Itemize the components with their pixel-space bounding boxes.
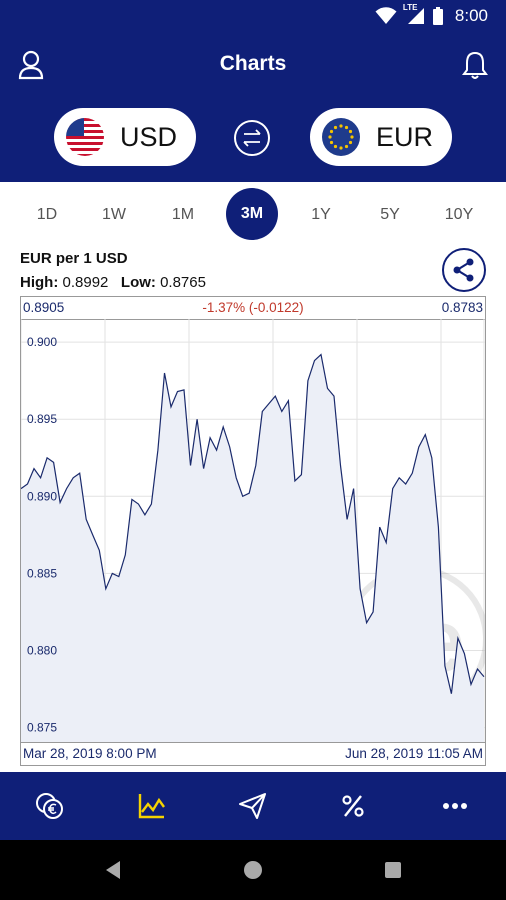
high-label: High: [20, 274, 59, 291]
wifi-icon [375, 7, 397, 24]
chart-plot: xe0.9000.8950.8900.8850.8800.875 [21, 319, 485, 743]
chart-header: 0.8905 -1.37% (-0.0122) 0.8783 [21, 297, 485, 320]
send-nav-button[interactable] [237, 790, 269, 822]
coins-icon [36, 793, 63, 819]
status-icons: LTE 8:00 [375, 3, 488, 26]
system-nav-bar [0, 840, 506, 900]
rate-chart[interactable]: 0.8905 -1.37% (-0.0122) 0.8783 xe0.9000.… [20, 296, 486, 766]
chart-end-rate: 0.8783 [441, 300, 483, 315]
coins-nav-button[interactable] [34, 790, 66, 822]
home-icon[interactable] [243, 860, 263, 880]
notifications-button[interactable] [462, 50, 488, 80]
tab-5y[interactable]: 5Y [364, 200, 416, 230]
rates-nav-button[interactable] [337, 790, 369, 822]
period-tabs: 1D 1W 1M 3M 1Y 5Y 10Y [0, 182, 506, 246]
charts-nav-button[interactable] [136, 790, 168, 822]
y-tick-label: 0.875 [27, 721, 57, 735]
low-label: Low: [120, 274, 156, 291]
y-tick-label: 0.885 [27, 566, 57, 580]
low-value: 0.8765 [160, 274, 206, 291]
pair-label: EUR per 1 USD [20, 250, 128, 267]
us-flag-icon [66, 118, 104, 156]
high-value: 0.8992 [62, 274, 109, 291]
to-currency-button[interactable]: EUR [310, 108, 452, 166]
chart-line-icon [138, 794, 165, 819]
tab-3m[interactable]: 3M [226, 188, 278, 240]
y-tick-label: 0.880 [27, 643, 57, 657]
y-tick-label: 0.890 [27, 489, 57, 503]
from-currency-button[interactable]: USD [54, 108, 196, 166]
eu-flag-icon [322, 118, 360, 156]
chart-footer: Mar 28, 2019 8:00 PM Jun 28, 2019 11:05 … [21, 742, 485, 765]
chart-end-date: Jun 28, 2019 11:05 AM [345, 746, 483, 761]
more-dots-icon [443, 803, 467, 809]
page-title: Charts [219, 52, 287, 75]
battery-icon [432, 7, 443, 25]
app-bar: Charts USD EUR [0, 32, 506, 182]
tab-1d[interactable]: 1D [21, 200, 73, 230]
status-bar: LTE 8:00 [0, 0, 506, 32]
rate-area-fill [21, 354, 484, 743]
bell-icon [462, 51, 488, 79]
tab-1w[interactable]: 1W [88, 200, 140, 230]
swap-currencies-button[interactable] [234, 120, 270, 156]
tab-1m[interactable]: 1M [157, 200, 209, 230]
percent-icon [342, 795, 364, 817]
chart-change: -1.37% (-0.0122) [202, 300, 304, 315]
bottom-nav [0, 772, 506, 840]
share-icon [453, 258, 474, 282]
to-currency-code: EUR [376, 121, 434, 152]
from-currency-code: USD [120, 121, 178, 152]
swap-arrows-icon [243, 129, 261, 147]
network-type: LTE [402, 3, 418, 12]
share-button[interactable] [442, 248, 486, 292]
tab-10y[interactable]: 10Y [433, 200, 485, 230]
tab-1y[interactable]: 1Y [295, 200, 347, 230]
y-tick-label: 0.900 [27, 335, 57, 349]
chart-start-date: Mar 28, 2019 8:00 PM [23, 746, 157, 761]
more-nav-button[interactable] [439, 790, 471, 822]
signal-icon: LTE [403, 3, 425, 25]
y-tick-label: 0.895 [27, 412, 57, 426]
high-low-stats: High: 0.8992 Low: 0.8765 [20, 274, 206, 291]
back-icon[interactable] [104, 860, 122, 880]
recents-icon[interactable] [384, 861, 402, 879]
paper-plane-icon [239, 793, 266, 819]
status-time: 8:00 [454, 6, 488, 25]
